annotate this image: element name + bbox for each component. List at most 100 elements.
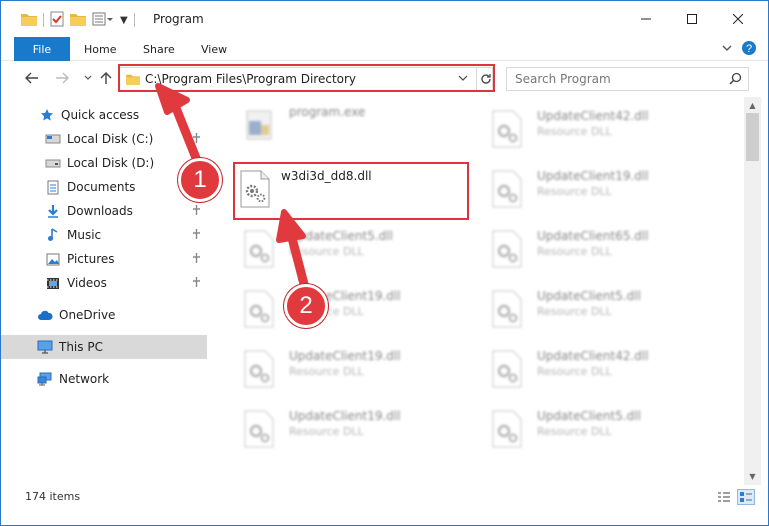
videos-icon [45,275,61,291]
download-icon [45,203,61,219]
file-name: UpdateClient42.dll [537,109,649,123]
sidebar-item-downloads[interactable]: Downloads [1,199,207,223]
list-item[interactable]: UpdateClient19.dll Resource DLL [217,281,457,335]
window-title: Program [153,12,204,26]
sidebar-item-label: Videos [67,276,107,290]
expand-ribbon-icon[interactable] [721,42,733,57]
list-item[interactable]: UpdateClient5.dll Resource DLL [465,401,705,455]
dll-file-icon [241,409,277,449]
tab-file[interactable]: File [14,37,70,61]
file-explorer-window: ▼ Program File Home Share View ? C:\Prog… [0,0,769,526]
music-icon [45,227,61,243]
sidebar-item-label: Local Disk (C:) [67,132,154,146]
list-item[interactable]: UpdateClient19.dll Resource DLL [217,401,457,455]
sidebar-item-quick-access[interactable]: Quick access [1,103,207,127]
scroll-up-icon[interactable]: ▲ [744,97,761,114]
back-button[interactable] [23,69,41,87]
up-button[interactable] [97,69,115,87]
chevron-down-icon[interactable]: ▼ [120,15,128,26]
scroll-thumb[interactable] [746,113,759,161]
pin-icon [192,253,201,266]
tab-view[interactable]: View [201,37,227,61]
search-input[interactable]: Search Program [515,72,611,86]
file-highlight [233,162,469,220]
dll-file-icon [489,289,525,329]
new-folder-icon[interactable] [70,12,86,29]
sidebar-item-music[interactable]: Music [1,223,207,247]
sidebar-item-local-disk-c[interactable]: Local Disk (C:) [1,127,207,151]
navigation-pane: Quick access Local Disk (C:) Local Disk … [1,97,209,485]
file-type: Resource DLL [289,425,364,438]
list-item[interactable]: UpdateClient19.dll Resource DLL [217,341,457,395]
dll-file-icon [489,349,525,389]
status-bar: 174 items [1,485,768,509]
search-box[interactable]: Search Program [506,67,749,91]
drive-icon [45,131,61,147]
recent-locations-button[interactable] [79,69,97,87]
list-item[interactable]: UpdateClient5.dll Resource DLL [465,281,705,335]
list-item[interactable]: UpdateClient65.dll Resource DLL [465,221,705,275]
sidebar-item-onedrive[interactable]: OneDrive [1,303,207,327]
details-view-icon[interactable] [715,489,733,505]
sidebar-item-videos[interactable]: Videos [1,271,207,295]
tiles-view-icon[interactable] [737,489,755,505]
star-icon [39,107,55,123]
help-icon[interactable]: ? [741,40,757,59]
customize-toolbar-icon[interactable] [92,12,114,29]
sidebar-item-label: This PC [59,340,103,354]
file-type: Resource DLL [537,245,612,258]
drive-icon [45,155,61,171]
dll-file-icon [489,229,525,269]
file-name: UpdateClient19.dll [289,349,401,363]
list-item[interactable]: UpdateClient42.dll Resource DLL [465,101,705,155]
sidebar-item-pictures[interactable]: Pictures [1,247,207,271]
sidebar-item-local-disk-d[interactable]: Local Disk (D:) [1,151,207,175]
properties-icon[interactable] [50,11,64,30]
minimize-button[interactable] [623,1,669,37]
file-type: Resource DLL [537,125,612,138]
close-button[interactable] [715,1,761,37]
dll-file-icon [241,289,277,329]
list-item[interactable]: UpdateClient19.dll Resource DLL [465,161,705,215]
cloud-icon [37,307,53,323]
tab-share[interactable]: Share [143,37,175,61]
file-name: UpdateClient19.dll [289,409,401,423]
sidebar-item-label: Downloads [67,204,133,218]
sidebar-item-label: Music [67,228,102,242]
sidebar-item-network[interactable]: Network [1,367,207,391]
file-type: Resource DLL [537,185,612,198]
file-name: program.exe [289,105,366,119]
file-type: Resource DLL [289,365,364,378]
search-icon[interactable] [729,72,742,88]
file-name: UpdateClient65.dll [537,229,649,243]
sidebar-item-label: Network [59,372,110,386]
list-item[interactable]: UpdateClient42.dll Resource DLL [465,341,705,395]
sidebar-item-label: OneDrive [59,308,116,322]
maximize-button[interactable] [669,1,715,37]
forward-button[interactable] [53,69,71,87]
file-name: UpdateClient5.dll [537,409,641,423]
vertical-scrollbar[interactable]: ▲ ▼ [744,97,761,485]
quick-access-toolbar: ▼ [21,11,135,29]
list-item[interactable]: program.exe [217,97,457,151]
pin-icon [192,277,201,290]
dll-file-icon [489,169,525,209]
file-type: Resource DLL [537,305,612,318]
dll-file-icon [489,409,525,449]
scroll-down-icon[interactable]: ▼ [744,468,761,485]
sidebar-item-this-pc[interactable]: This PC [1,335,207,359]
pin-icon [192,205,201,218]
title-bar: ▼ Program [1,1,768,37]
list-item[interactable]: UpdateClient5.dll Resource DLL [217,221,457,275]
file-type: Resource DLL [289,245,364,258]
dll-file-icon [241,229,277,269]
tab-home[interactable]: Home [84,37,116,61]
sidebar-item-documents[interactable]: Documents [1,175,207,199]
file-type: Resource DLL [537,365,612,378]
dll-file-icon [489,109,525,149]
step-1-badge: 1 [178,158,222,202]
item-count: 174 items [25,490,81,503]
folder-icon [21,12,37,29]
computer-icon [37,339,53,355]
address-bar-highlight [118,64,495,92]
